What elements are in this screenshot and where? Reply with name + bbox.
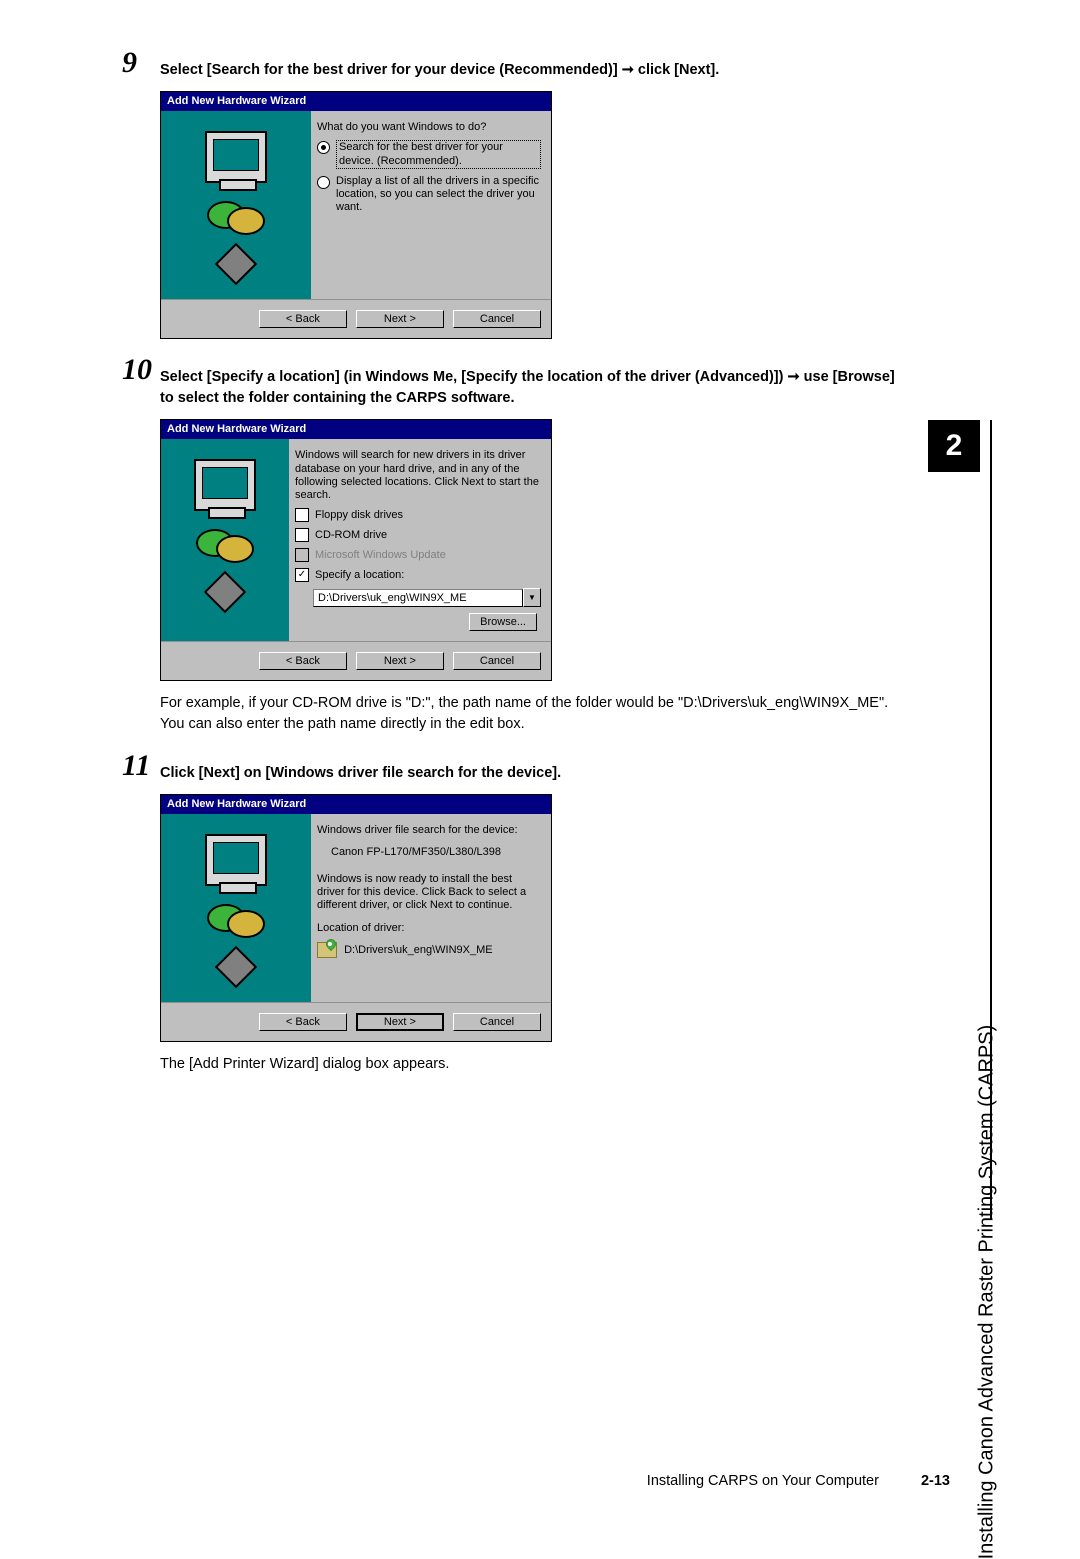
step-title: Select [Specify a location] (in Windows … <box>160 367 900 409</box>
monitor-icon <box>205 834 267 886</box>
driver-path: D:\Drivers\uk_eng\WIN9X_ME <box>344 943 493 955</box>
monitor-icon <box>194 459 256 511</box>
wizard-dialog-2: Add New Hardware Wizard Windows will sea… <box>160 419 552 681</box>
dialog-line1: Windows driver file search for the devic… <box>317 824 541 837</box>
radio-label: Search for the best driver for your devi… <box>336 140 541 168</box>
step-11: 11 Click [Next] on [Windows driver file … <box>160 763 900 1075</box>
step-title: Click [Next] on [Windows driver file sea… <box>160 763 900 784</box>
monitor-icon <box>205 131 267 183</box>
check-windows-update: Microsoft Windows Update <box>295 548 541 562</box>
dialog-desc: Windows is now ready to install the best… <box>317 873 541 913</box>
dialog-graphic-panel <box>161 814 311 1002</box>
check-label: Floppy disk drives <box>315 509 403 522</box>
dropdown-arrow-icon[interactable]: ▼ <box>523 588 541 607</box>
step-number: 11 <box>122 751 150 781</box>
step-number: 10 <box>122 355 152 385</box>
radio-display-list[interactable]: Display a list of all the drivers in a s… <box>317 175 541 215</box>
page-number: 2-13 <box>921 1473 950 1489</box>
wizard-dialog-3: Add New Hardware Wizard Windows driver f… <box>160 794 552 1042</box>
radio-dot-icon <box>317 141 330 154</box>
check-specify-location[interactable]: Specify a location: <box>295 568 541 582</box>
checkbox-icon <box>295 508 309 522</box>
dialog-title: Add New Hardware Wizard <box>161 795 551 814</box>
dialog-title: Add New Hardware Wizard <box>161 420 551 439</box>
dialog-graphic-panel <box>161 111 311 299</box>
footer-section: Installing CARPS on Your Computer <box>647 1473 879 1489</box>
cancel-button[interactable]: Cancel <box>453 310 541 328</box>
dialog-title: Add New Hardware Wizard <box>161 92 551 111</box>
diamond-icon <box>215 946 257 988</box>
step-10: 10 Select [Specify a location] (in Windo… <box>160 367 900 735</box>
location-label: Location of driver: <box>317 922 541 935</box>
check-floppy[interactable]: Floppy disk drives <box>295 508 541 522</box>
check-label: Specify a location: <box>315 569 404 582</box>
checkbox-icon <box>295 528 309 542</box>
step-after: The [Add Printer Wizard] dialog box appe… <box>160 1054 900 1075</box>
radio-dot-icon <box>317 176 330 189</box>
chapter-title-vertical: Installing Canon Advanced Raster Printin… <box>976 1025 999 1559</box>
check-cdrom[interactable]: CD-ROM drive <box>295 528 541 542</box>
back-button[interactable]: < Back <box>259 1013 347 1031</box>
next-button[interactable]: Next > <box>356 1013 444 1031</box>
step-number: 9 <box>122 48 137 78</box>
discs-icon <box>207 201 265 231</box>
cancel-button[interactable]: Cancel <box>453 1013 541 1031</box>
page: 2 Installing Canon Advanced Raster Print… <box>0 0 1080 1529</box>
main-content: 9 Select [Search for the best driver for… <box>160 60 900 1103</box>
step-title: Select [Search for the best driver for y… <box>160 60 900 81</box>
wizard-dialog-1: Add New Hardware Wizard What do you want… <box>160 91 552 339</box>
next-button[interactable]: Next > <box>356 652 444 670</box>
discs-icon <box>207 904 265 934</box>
back-button[interactable]: < Back <box>259 652 347 670</box>
device-name: Canon FP-L170/MF350/L380/L398 <box>331 846 541 859</box>
dialog-prompt: What do you want Windows to do? <box>317 121 541 134</box>
browse-button[interactable]: Browse... <box>469 613 537 631</box>
radio-search-best[interactable]: Search for the best driver for your devi… <box>317 140 541 168</box>
checkbox-icon <box>295 568 309 582</box>
page-footer: Installing CARPS on Your Computer 2-13 <box>647 1473 950 1489</box>
discs-icon <box>196 529 254 559</box>
location-input[interactable]: D:\Drivers\uk_eng\WIN9X_ME <box>313 589 523 607</box>
step-9: 9 Select [Search for the best driver for… <box>160 60 900 339</box>
check-label: Microsoft Windows Update <box>315 549 446 562</box>
check-label: CD-ROM drive <box>315 529 387 542</box>
checkbox-icon <box>295 548 309 562</box>
step-note: For example, if your CD-ROM drive is "D:… <box>160 693 900 735</box>
dialog-intro: Windows will search for new drivers in i… <box>295 449 541 502</box>
diamond-icon <box>215 243 257 285</box>
next-button[interactable]: Next > <box>356 310 444 328</box>
chapter-tab: 2 <box>928 420 980 472</box>
cancel-button[interactable]: Cancel <box>453 652 541 670</box>
diamond-icon <box>204 571 246 613</box>
inf-file-icon <box>317 942 337 958</box>
dialog-graphic-panel <box>161 439 289 641</box>
back-button[interactable]: < Back <box>259 310 347 328</box>
radio-label: Display a list of all the drivers in a s… <box>336 175 541 215</box>
